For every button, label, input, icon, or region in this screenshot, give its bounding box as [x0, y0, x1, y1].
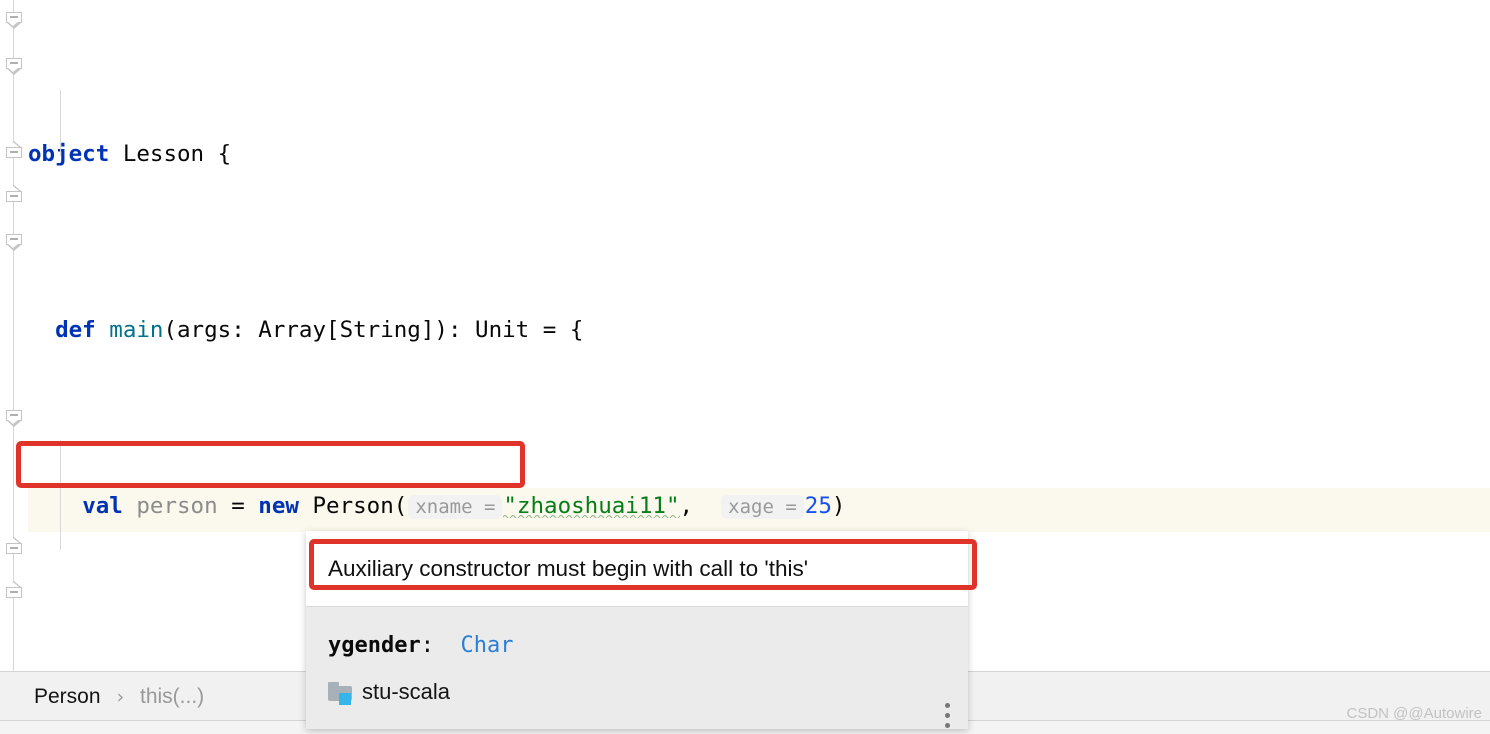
tooltip-project-row[interactable]: stu-scala [328, 679, 450, 705]
tooltip-signature: ygender: Char [328, 633, 513, 658]
breadcrumb-separator-icon: › [114, 685, 126, 708]
error-tooltip-popup[interactable]: Auxiliary constructor must begin with ca… [306, 531, 968, 729]
fold-marker-end-object[interactable] [6, 184, 22, 202]
fold-marker-end-main[interactable] [6, 140, 22, 158]
param-hint-xname: xname = [408, 495, 503, 519]
token-keyword-object: object [28, 141, 110, 167]
token-string-zhaoshuai: "zhaoshuai11" [503, 493, 680, 519]
token-keyword-val: val [82, 493, 123, 519]
indent-guide [60, 440, 61, 550]
code-line-2[interactable]: def main(args: Array[String]): Unit = { [28, 308, 1490, 352]
tooltip-project-name: stu-scala [362, 679, 451, 704]
breadcrumb-item-this[interactable]: this(...) [134, 685, 210, 709]
fold-marker-end-class[interactable] [6, 580, 22, 598]
ide-editor-window: object Lesson { def main(args: Array[Str… [0, 0, 1490, 734]
token-variable-person: person [136, 493, 218, 519]
token-type-lesson: Lesson [122, 141, 205, 167]
fold-marker-class-person[interactable] [6, 234, 22, 251]
folder-icon [328, 682, 352, 705]
code-line-3[interactable]: val person = new Person(xname = "zhaoshua… [28, 484, 1490, 528]
code-line-1[interactable]: object Lesson { [28, 132, 1490, 176]
token-number-25: 25 [804, 493, 832, 519]
tooltip-error-message: Auxiliary constructor must begin with ca… [328, 555, 809, 581]
tooltip-doc-section: ygender: Char stu-scala [306, 607, 968, 729]
kebab-menu-icon[interactable] [945, 703, 950, 728]
breadcrumb-item-person[interactable]: Person [28, 685, 107, 709]
fold-marker-end-this[interactable] [6, 536, 22, 554]
token-type-person: Person [312, 493, 394, 519]
watermark: CSDN @@Autowire [1346, 705, 1482, 722]
token-keyword-new: new [258, 493, 299, 519]
tooltip-param-name: ygender [328, 633, 421, 658]
fold-rail [13, 0, 14, 672]
param-hint-xage: xage = [721, 495, 804, 519]
fold-marker-def-main[interactable] [6, 58, 22, 75]
fold-marker-def-this[interactable] [6, 410, 22, 427]
editor-gutter[interactable] [0, 0, 28, 672]
tooltip-param-type: Char [460, 633, 514, 658]
token-method-main: main [109, 317, 164, 343]
fold-marker-object-lesson[interactable] [6, 12, 22, 29]
tooltip-error-section: Auxiliary constructor must begin with ca… [306, 531, 968, 606]
indent-guide [60, 90, 61, 156]
token-keyword-def: def [55, 317, 96, 343]
tooltip-colon: : [420, 633, 434, 658]
